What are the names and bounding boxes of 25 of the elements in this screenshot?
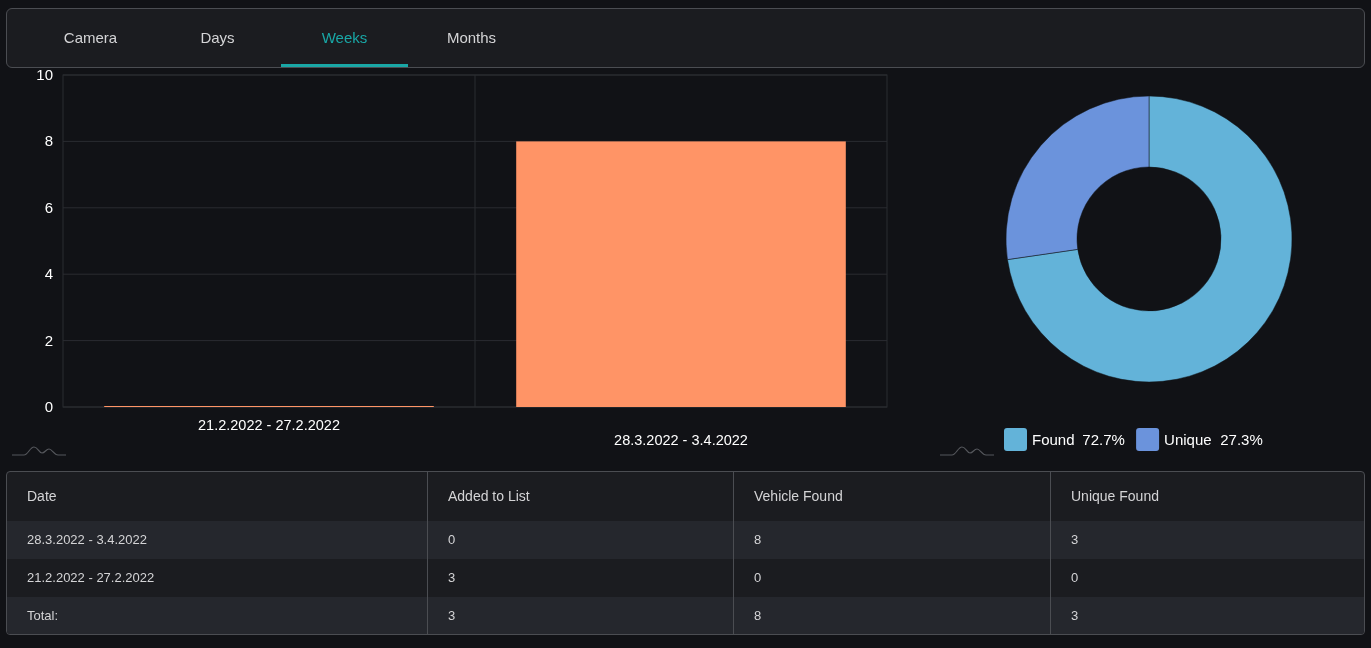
tab[interactable]: Months [408,9,535,67]
x-axis-label: 21.2.2022 - 27.2.2022 [198,417,340,433]
y-axis-label: 4 [44,265,53,283]
y-axis-label: 2 [44,331,53,349]
tab[interactable]: Days [154,9,281,67]
tab[interactable]: Camera [27,9,154,67]
legend-label: Unique [1164,431,1212,448]
legend-value: 72.7% [1082,431,1125,448]
sparkline-icon [11,446,67,456]
table-cell-text: 28.3.2022 - 3.4.2022 [26,531,148,550]
column-header: Date [26,487,58,506]
tab[interactable]: Weeks [281,9,408,67]
table-cell-text: Total: [26,607,60,626]
y-axis-label: 8 [44,132,53,150]
legend-value: 27.3% [1220,431,1263,448]
table-cell-text: 21.2.2022 - 27.2.2022 [26,569,156,588]
sparkline-icon [939,446,995,456]
table-cell: 3 [427,597,733,634]
table-cell: 3 [1050,597,1364,634]
y-axis-label: 10 [36,68,53,83]
y-axis-label: 6 [44,198,53,216]
table-cell: 8 [733,597,1050,634]
x-axis-label: 28.3.2022 - 3.4.2022 [614,432,748,448]
legend-label: Found [1032,431,1075,448]
y-axis-label: 0 [44,398,53,415]
